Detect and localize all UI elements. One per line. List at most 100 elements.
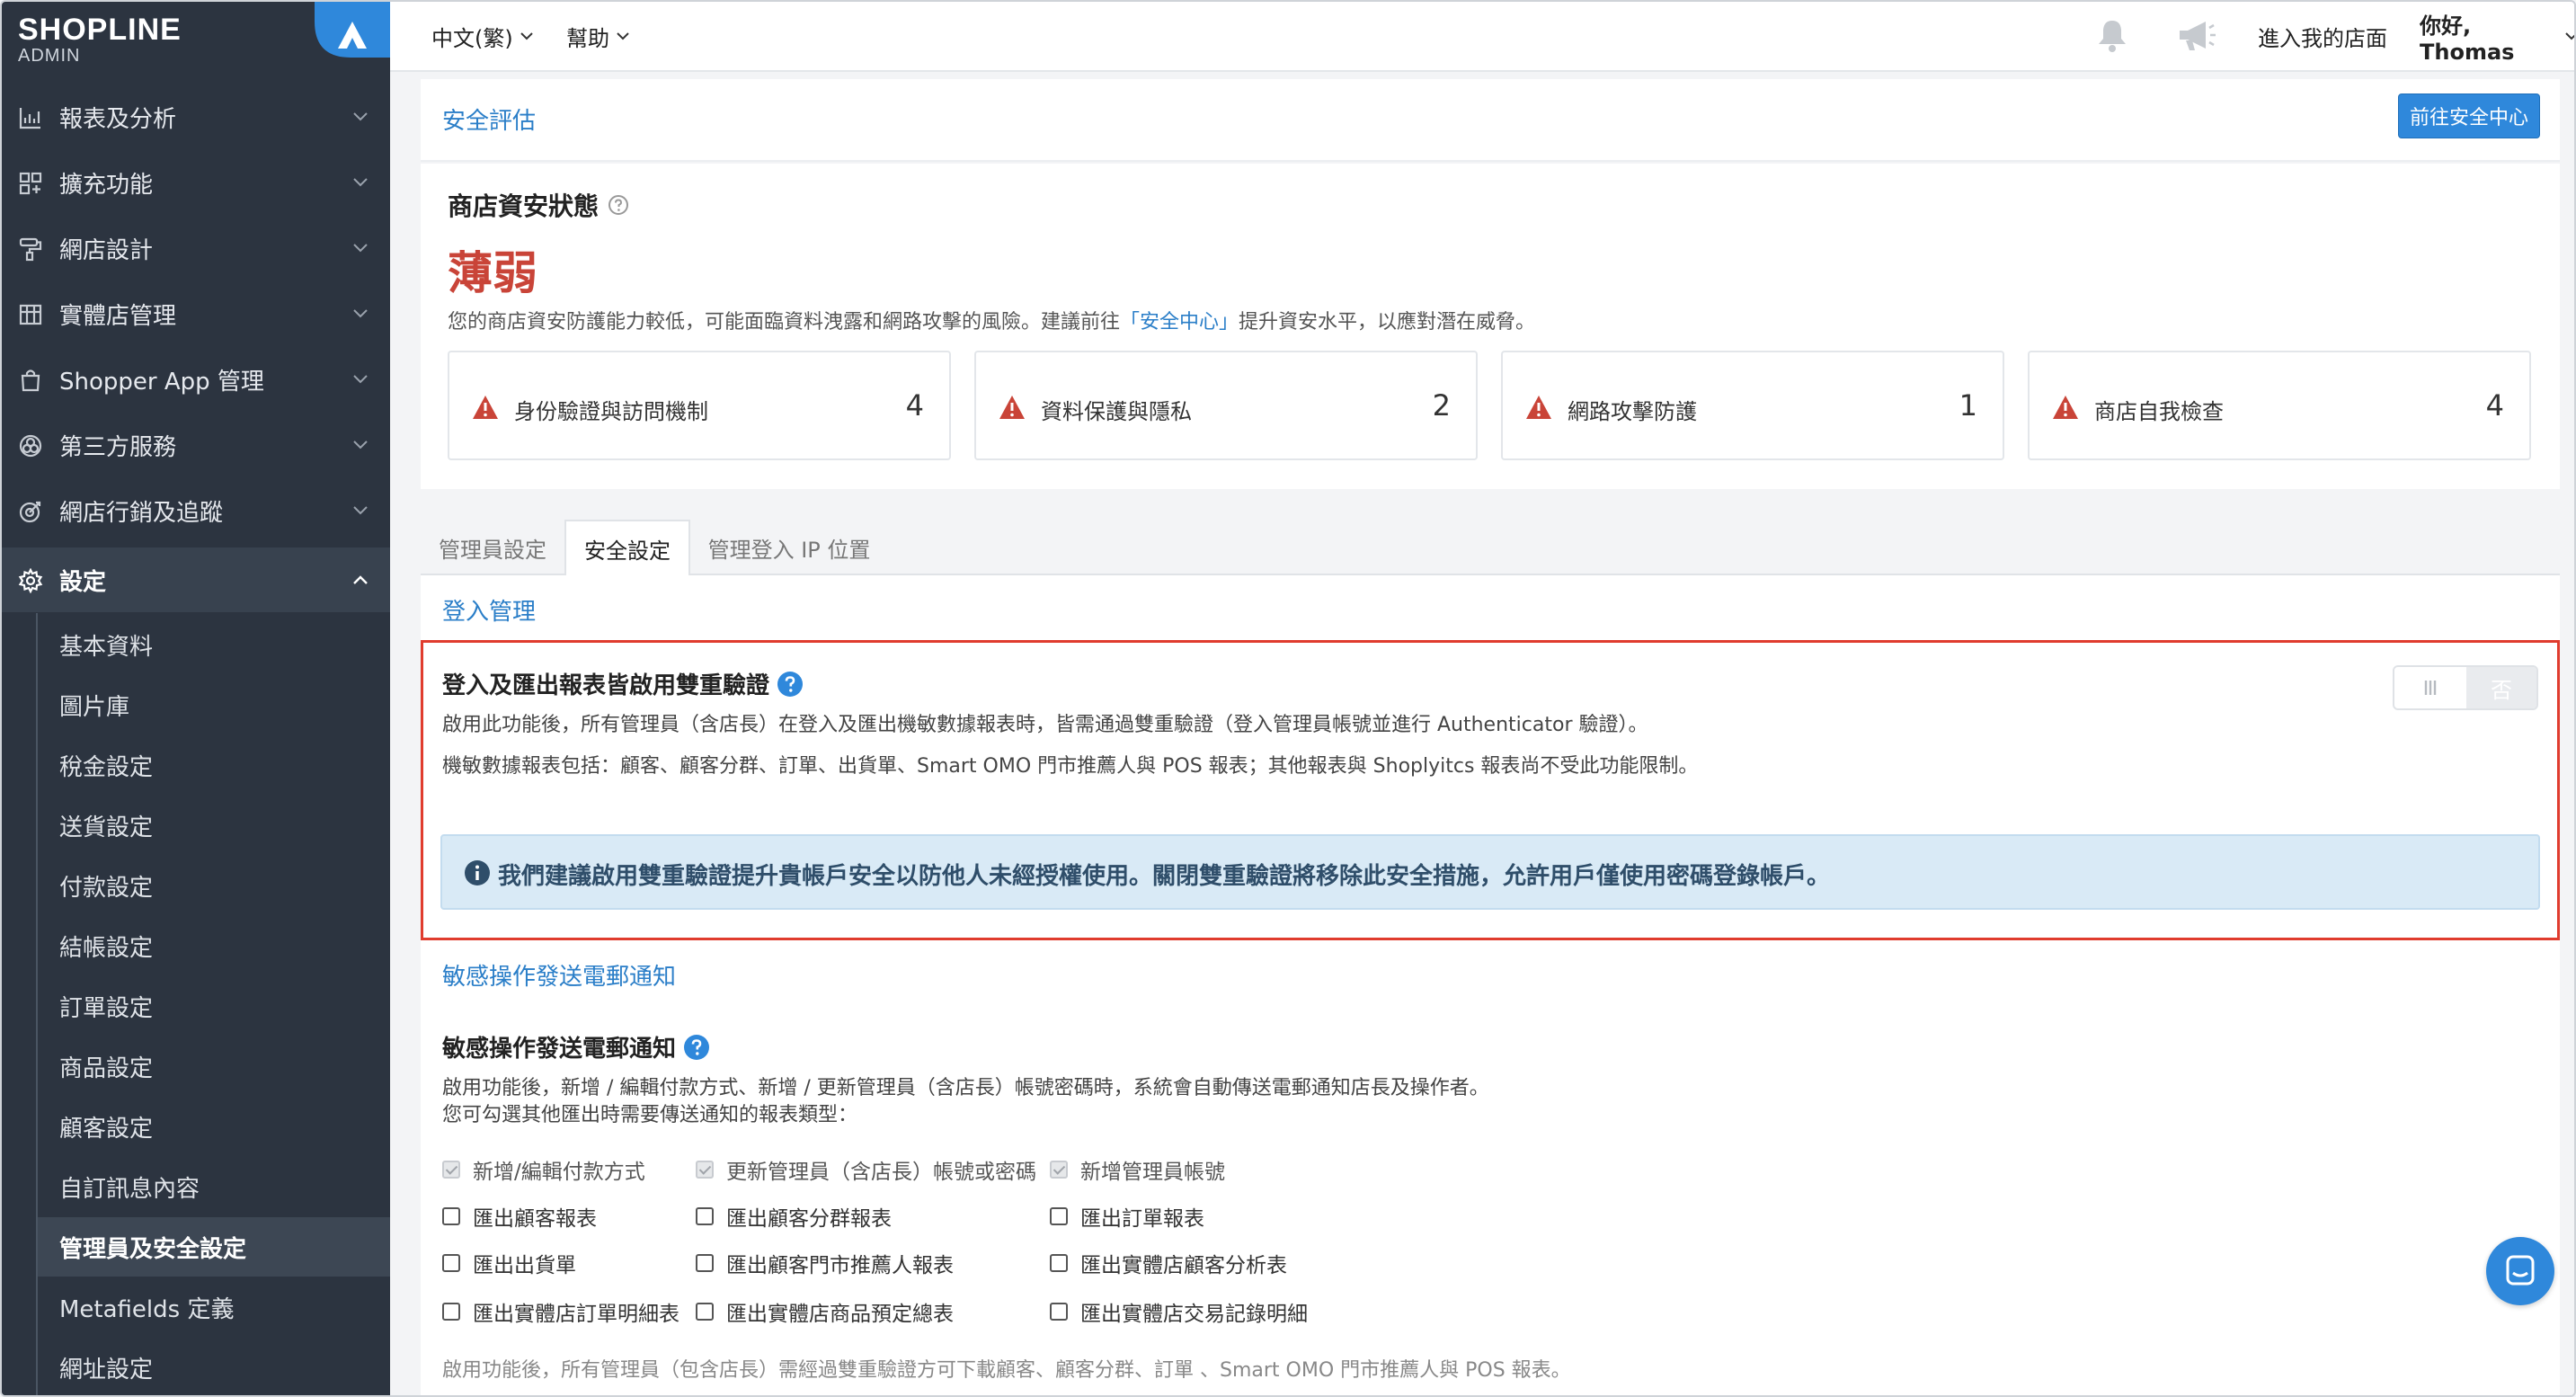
help-circle-icon[interactable] xyxy=(608,194,629,216)
greeting-label: 你好, Thomas xyxy=(2420,13,2515,65)
sidebar-item-settings[interactable]: 設定 xyxy=(2,547,390,612)
checkbox-export-retail-preorder[interactable]: 匯出實體店商品預定總表 xyxy=(696,1296,954,1327)
sidebar-item-shopper-app[interactable]: Shopper App 管理 xyxy=(2,347,390,412)
help-icon[interactable] xyxy=(683,1034,710,1061)
sidebar-item-reports[interactable]: 報表及分析 xyxy=(2,85,390,149)
user-menu[interactable]: 你好, Thomas xyxy=(2420,2,2574,70)
status-description: 您的商店資安防護能力較低，可能面臨資料洩露和網路攻擊的風險。建議前往「安全中心」… xyxy=(448,306,1535,334)
two-factor-info-banner: 我們建議啟用雙重驗證提升貴帳戶安全以防他人未經授權使用。關閉雙重驗證將移除此安全… xyxy=(440,834,2540,910)
bell-icon xyxy=(2096,19,2128,53)
toggle-off-label: 否 xyxy=(2466,667,2536,708)
enter-store-link[interactable]: 進入我的店面 xyxy=(2258,2,2387,70)
risk-card-data-protection[interactable]: 資料保護與隱私 2 xyxy=(974,351,1478,460)
submenu-checkout[interactable]: 結帳設定 xyxy=(38,916,390,975)
checkbox-export-retail-transaction[interactable]: 匯出實體店交易記錄明細 xyxy=(1050,1296,1308,1327)
checkbox-box[interactable] xyxy=(696,1254,714,1272)
checkbox-payment-method[interactable]: 新增/編輯付款方式 xyxy=(442,1154,645,1185)
risk-card-self-check[interactable]: 商店自我檢查 4 xyxy=(2028,351,2531,460)
checkbox-box[interactable] xyxy=(696,1303,714,1321)
brand-logo[interactable]: SHOPLINE ADMIN xyxy=(18,13,182,67)
store-icon xyxy=(18,302,43,327)
checkbox-export-segment[interactable]: 匯出顧客分群報表 xyxy=(696,1201,892,1232)
sidebar-item-retail[interactable]: 實體店管理 xyxy=(2,281,390,346)
submenu-messages[interactable]: 自訂訊息內容 xyxy=(38,1157,390,1216)
chat-button[interactable] xyxy=(2486,1237,2554,1305)
sidebar-item-third-party[interactable]: 第三方服務 xyxy=(2,413,390,477)
submenu-order[interactable]: 訂單設定 xyxy=(38,976,390,1036)
checkbox-export-retail-order[interactable]: 匯出實體店訂單明細表 xyxy=(442,1296,680,1327)
checkbox-box[interactable] xyxy=(696,1161,714,1179)
submenu-basic-info[interactable]: 基本資料 xyxy=(38,615,390,674)
language-dropdown[interactable]: 中文(繁) xyxy=(431,2,533,70)
security-section-title: 安全評估 xyxy=(442,108,537,135)
tab-login-ip[interactable]: 管理登入 IP 位置 xyxy=(690,520,888,575)
checkbox-label: 匯出出貨單 xyxy=(473,1254,576,1277)
submenu-staff-security[interactable]: 管理員及安全設定 xyxy=(38,1217,390,1277)
checkbox-box[interactable] xyxy=(1050,1254,1068,1272)
checkbox-label: 匯出實體店訂單明細表 xyxy=(473,1303,680,1326)
checkbox-label: 匯出實體店顧客分析表 xyxy=(1080,1254,1287,1277)
checkbox-export-referrer[interactable]: 匯出顧客門市推薦人報表 xyxy=(696,1248,954,1278)
risk-card-label: 網路攻擊防護 xyxy=(1568,399,1697,424)
checkbox-box[interactable] xyxy=(1050,1161,1068,1179)
notification-bell[interactable] xyxy=(2096,2,2128,70)
submenu-label: 商品設定 xyxy=(59,1054,154,1082)
sidebar-item-apps[interactable]: 擴充功能 xyxy=(2,150,390,215)
checkbox-box[interactable] xyxy=(1050,1303,1068,1321)
checkbox-label: 匯出訂單報表 xyxy=(1080,1207,1204,1231)
sidebar-item-design[interactable]: 網店設計 xyxy=(2,216,390,280)
apps-icon xyxy=(18,171,43,196)
announcement-button[interactable] xyxy=(2177,2,2216,70)
submenu-tax[interactable]: 稅金設定 xyxy=(38,735,390,795)
checkbox-box[interactable] xyxy=(442,1207,460,1225)
risk-card-label: 商店自我檢查 xyxy=(2094,399,2224,424)
submenu-label: 自訂訊息內容 xyxy=(59,1175,200,1203)
help-icon[interactable] xyxy=(777,671,804,698)
checkbox-export-retail-customer[interactable]: 匯出實體店顧客分析表 xyxy=(1050,1248,1287,1278)
chevron-down-icon xyxy=(2565,31,2574,40)
submenu-label: Metafields 定義 xyxy=(59,1295,235,1323)
tab-security-settings[interactable]: 安全設定 xyxy=(564,520,690,577)
checkbox-box[interactable] xyxy=(442,1303,460,1321)
submenu-label: 訂單設定 xyxy=(59,994,154,1022)
submenu-payment[interactable]: 付款設定 xyxy=(38,856,390,915)
chevron-down-icon xyxy=(352,111,369,122)
warning-icon xyxy=(471,394,500,421)
checkbox-label: 匯出實體店商品預定總表 xyxy=(726,1303,954,1326)
warning-icon xyxy=(1524,394,1553,421)
checkbox-add-admin[interactable]: 新增管理員帳號 xyxy=(1050,1154,1225,1185)
sidebar-item-marketing[interactable]: 網店行銷及追蹤 xyxy=(2,478,390,543)
submenu-domain[interactable]: 網址設定 xyxy=(38,1338,390,1395)
checkbox-box[interactable] xyxy=(442,1254,460,1272)
chart-icon xyxy=(18,105,43,130)
risk-card-auth[interactable]: 身份驗證與訪問機制 4 xyxy=(448,351,951,460)
submenu-customer[interactable]: 顧客設定 xyxy=(38,1097,390,1156)
checkbox-export-customer[interactable]: 匯出顧客報表 xyxy=(442,1201,597,1232)
sidebar-item-label: Shopper App 管理 xyxy=(59,368,264,396)
settings-tabs: 管理員設定 安全設定 管理登入 IP 位置 xyxy=(421,520,2560,577)
submenu-media[interactable]: 圖片庫 xyxy=(38,675,390,734)
tab-staff-settings[interactable]: 管理員設定 xyxy=(421,520,564,575)
submenu-product[interactable]: 商品設定 xyxy=(38,1037,390,1096)
checkbox-update-admin[interactable]: 更新管理員（含店長）帳號或密碼 xyxy=(696,1154,1036,1185)
submenu-label: 圖片庫 xyxy=(59,693,130,721)
submenu-metafields[interactable]: Metafields 定義 xyxy=(38,1277,390,1337)
goto-security-center-button[interactable]: 前往安全中心 xyxy=(2398,93,2540,138)
submenu-delivery[interactable]: 送貨設定 xyxy=(38,796,390,855)
checkbox-label: 匯出顧客分群報表 xyxy=(726,1207,892,1231)
chevron-down-icon xyxy=(352,505,369,516)
checkbox-export-order[interactable]: 匯出訂單報表 xyxy=(1050,1201,1204,1232)
checkbox-box[interactable] xyxy=(1050,1207,1068,1225)
checkbox-box[interactable] xyxy=(696,1207,714,1225)
help-dropdown[interactable]: 幫助 xyxy=(566,2,629,70)
target-icon xyxy=(18,499,43,524)
risk-card-count: 2 xyxy=(1432,388,1451,423)
login-section-title: 登入管理 xyxy=(442,599,537,626)
integrations-icon xyxy=(18,433,43,458)
security-center-link[interactable]: 「安全中心」 xyxy=(1120,311,1239,334)
checkbox-box[interactable] xyxy=(442,1161,460,1179)
two-factor-toggle[interactable]: 否 xyxy=(2393,665,2538,710)
checkbox-export-shipment[interactable]: 匯出出貨單 xyxy=(442,1248,576,1278)
risk-card-network-attack[interactable]: 網路攻擊防護 1 xyxy=(1501,351,2004,460)
gear-icon xyxy=(18,568,43,593)
